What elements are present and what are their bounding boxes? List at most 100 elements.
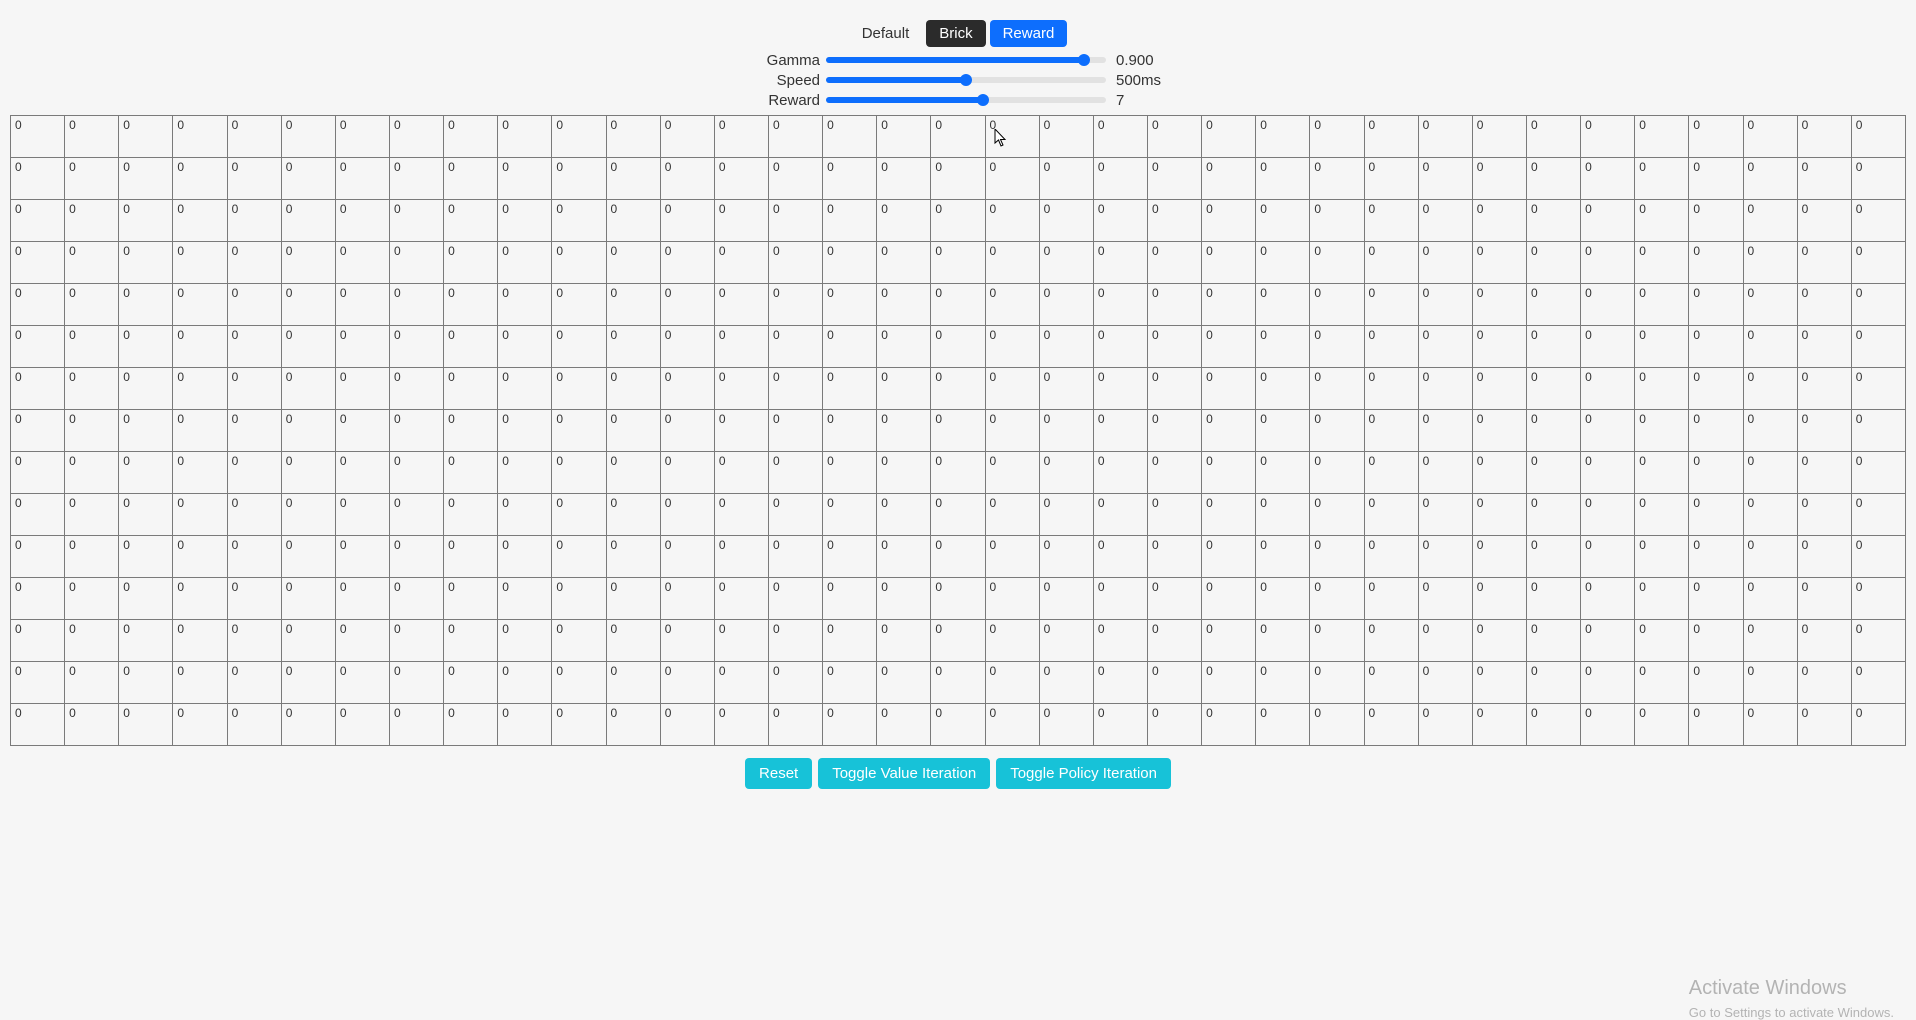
grid-cell[interactable]: 0 — [1581, 116, 1635, 158]
value-grid[interactable]: 0000000000000000000000000000000000000000… — [10, 115, 1906, 746]
grid-cell[interactable]: 0 — [335, 704, 389, 746]
mode-default-button[interactable]: Default — [849, 20, 923, 47]
grid-cell[interactable]: 0 — [1202, 242, 1256, 284]
grid-cell[interactable]: 0 — [714, 200, 768, 242]
grid-cell[interactable]: 0 — [877, 368, 931, 410]
grid-cell[interactable]: 0 — [714, 494, 768, 536]
grid-cell[interactable]: 0 — [389, 704, 443, 746]
grid-cell[interactable]: 0 — [11, 242, 65, 284]
grid-cell[interactable]: 0 — [985, 158, 1039, 200]
grid-cell[interactable]: 0 — [1689, 620, 1743, 662]
grid-cell[interactable]: 0 — [1256, 536, 1310, 578]
grid-cell[interactable]: 0 — [65, 200, 119, 242]
grid-cell[interactable]: 0 — [660, 494, 714, 536]
grid-cell[interactable]: 0 — [1851, 242, 1905, 284]
grid-cell[interactable]: 0 — [1689, 368, 1743, 410]
grid-cell[interactable]: 0 — [389, 368, 443, 410]
grid-cell[interactable]: 0 — [1256, 200, 1310, 242]
grid-cell[interactable]: 0 — [768, 494, 822, 536]
grid-cell[interactable]: 0 — [1472, 158, 1526, 200]
grid-cell[interactable]: 0 — [173, 326, 227, 368]
grid-cell[interactable]: 0 — [823, 452, 877, 494]
grid-cell[interactable]: 0 — [1310, 200, 1364, 242]
grid-cell[interactable]: 0 — [877, 242, 931, 284]
grid-cell[interactable]: 0 — [1418, 452, 1472, 494]
grid-cell[interactable]: 0 — [552, 284, 606, 326]
gamma-slider[interactable] — [826, 57, 1106, 63]
grid-cell[interactable]: 0 — [985, 452, 1039, 494]
grid-cell[interactable]: 0 — [985, 116, 1039, 158]
grid-cell[interactable]: 0 — [552, 620, 606, 662]
grid-cell[interactable]: 0 — [1635, 704, 1689, 746]
grid-cell[interactable]: 0 — [931, 326, 985, 368]
grid-cell[interactable]: 0 — [1256, 410, 1310, 452]
grid-cell[interactable]: 0 — [1364, 494, 1418, 536]
grid-cell[interactable]: 0 — [1093, 620, 1147, 662]
grid-cell[interactable]: 0 — [552, 578, 606, 620]
grid-cell[interactable]: 0 — [1039, 200, 1093, 242]
grid-cell[interactable]: 0 — [281, 662, 335, 704]
grid-cell[interactable]: 0 — [119, 326, 173, 368]
grid-cell[interactable]: 0 — [1310, 704, 1364, 746]
grid-cell[interactable]: 0 — [173, 620, 227, 662]
grid-cell[interactable]: 0 — [768, 704, 822, 746]
grid-cell[interactable]: 0 — [1364, 284, 1418, 326]
grid-cell[interactable]: 0 — [606, 326, 660, 368]
grid-cell[interactable]: 0 — [389, 284, 443, 326]
grid-cell[interactable]: 0 — [931, 536, 985, 578]
grid-cell[interactable]: 0 — [1635, 200, 1689, 242]
grid-cell[interactable]: 0 — [768, 158, 822, 200]
grid-cell[interactable]: 0 — [65, 494, 119, 536]
grid-cell[interactable]: 0 — [606, 116, 660, 158]
grid-cell[interactable]: 0 — [498, 200, 552, 242]
grid-cell[interactable]: 0 — [335, 368, 389, 410]
grid-cell[interactable]: 0 — [444, 410, 498, 452]
grid-cell[interactable]: 0 — [877, 158, 931, 200]
grid-cell[interactable]: 0 — [498, 578, 552, 620]
grid-cell[interactable]: 0 — [1581, 536, 1635, 578]
grid-cell[interactable]: 0 — [444, 200, 498, 242]
grid-cell[interactable]: 0 — [389, 200, 443, 242]
grid-cell[interactable]: 0 — [877, 326, 931, 368]
grid-cell[interactable]: 0 — [11, 116, 65, 158]
grid-cell[interactable]: 0 — [1093, 242, 1147, 284]
grid-cell[interactable]: 0 — [65, 410, 119, 452]
grid-cell[interactable]: 0 — [444, 704, 498, 746]
grid-cell[interactable]: 0 — [1039, 242, 1093, 284]
toggle-value-iter-button[interactable]: Toggle Value Iteration — [818, 758, 990, 789]
grid-cell[interactable]: 0 — [1689, 704, 1743, 746]
grid-cell[interactable]: 0 — [11, 578, 65, 620]
grid-cell[interactable]: 0 — [1364, 116, 1418, 158]
grid-cell[interactable]: 0 — [498, 452, 552, 494]
grid-cell[interactable]: 0 — [1851, 326, 1905, 368]
grid-cell[interactable]: 0 — [1472, 284, 1526, 326]
grid-cell[interactable]: 0 — [389, 536, 443, 578]
grid-cell[interactable]: 0 — [1689, 410, 1743, 452]
grid-cell[interactable]: 0 — [335, 158, 389, 200]
grid-cell[interactable]: 0 — [985, 284, 1039, 326]
grid-cell[interactable]: 0 — [498, 158, 552, 200]
grid-cell[interactable]: 0 — [1418, 116, 1472, 158]
grid-cell[interactable]: 0 — [1147, 200, 1201, 242]
grid-cell[interactable]: 0 — [985, 620, 1039, 662]
speed-slider[interactable] — [826, 77, 1106, 83]
grid-cell[interactable]: 0 — [281, 368, 335, 410]
grid-cell[interactable]: 0 — [1202, 368, 1256, 410]
grid-cell[interactable]: 0 — [606, 704, 660, 746]
grid-cell[interactable]: 0 — [768, 200, 822, 242]
grid-cell[interactable]: 0 — [1472, 494, 1526, 536]
grid-cell[interactable]: 0 — [389, 452, 443, 494]
grid-cell[interactable]: 0 — [335, 326, 389, 368]
grid-cell[interactable]: 0 — [1364, 326, 1418, 368]
grid-cell[interactable]: 0 — [335, 284, 389, 326]
grid-cell[interactable]: 0 — [1310, 452, 1364, 494]
grid-cell[interactable]: 0 — [1635, 242, 1689, 284]
grid-cell[interactable]: 0 — [1039, 620, 1093, 662]
grid-cell[interactable]: 0 — [1689, 536, 1743, 578]
grid-cell[interactable]: 0 — [931, 620, 985, 662]
grid-cell[interactable]: 0 — [714, 242, 768, 284]
grid-cell[interactable]: 0 — [823, 158, 877, 200]
grid-cell[interactable]: 0 — [552, 158, 606, 200]
grid-cell[interactable]: 0 — [823, 662, 877, 704]
grid-cell[interactable]: 0 — [1851, 578, 1905, 620]
